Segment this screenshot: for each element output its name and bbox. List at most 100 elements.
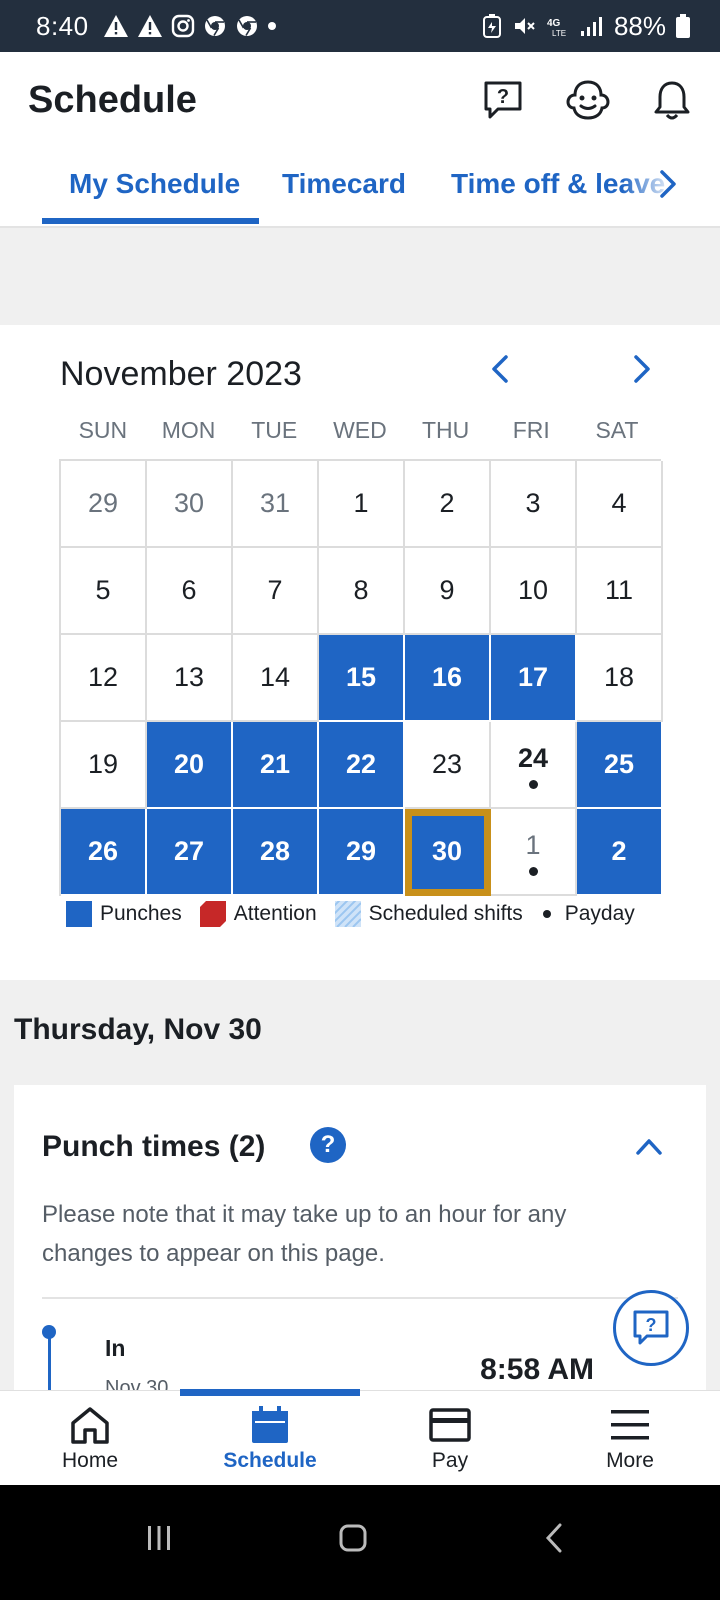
page-title: Schedule bbox=[28, 78, 197, 121]
calendar-day[interactable]: 2 bbox=[405, 461, 491, 548]
scheduled-shifts-swatch-icon bbox=[334, 901, 361, 927]
timeline-dot bbox=[42, 1325, 56, 1339]
calendar-day[interactable]: 31 bbox=[233, 461, 319, 548]
instagram-icon bbox=[171, 14, 194, 38]
calendar-day[interactable]: 24 bbox=[491, 722, 577, 809]
calendar-day-number: 19 bbox=[87, 749, 119, 779]
legend-attention-label: Attention bbox=[233, 902, 317, 925]
calendar-day[interactable]: 27 bbox=[147, 809, 233, 896]
calendar-day-number: 1 bbox=[353, 488, 369, 518]
calendar-day[interactable]: 7 bbox=[233, 548, 319, 635]
calendar-legend: Punches Attention Scheduled shifts Payda… bbox=[66, 901, 653, 927]
help-chat-icon[interactable]: ? bbox=[482, 79, 524, 121]
punch-times-help-icon[interactable]: ? bbox=[310, 1127, 346, 1163]
calendar-day[interactable]: 29 bbox=[319, 809, 405, 896]
calendar-day[interactable]: 18 bbox=[577, 635, 663, 722]
calendar-day[interactable]: 23 bbox=[405, 722, 491, 809]
calendar-day[interactable]: 21 bbox=[233, 722, 319, 809]
more-notifications-dot-icon bbox=[267, 22, 276, 30]
calendar-day[interactable]: 6 bbox=[147, 548, 233, 635]
calendar-day[interactable]: 10 bbox=[491, 548, 577, 635]
calendar-day[interactable]: 1 bbox=[319, 461, 405, 548]
calendar-day-number: 16 bbox=[431, 662, 463, 692]
legend-scheduled-shifts: Scheduled shifts bbox=[334, 901, 523, 927]
next-month-icon[interactable] bbox=[622, 347, 662, 391]
svg-text:LTE: LTE bbox=[552, 29, 566, 38]
calendar-day-number: 11 bbox=[604, 575, 634, 605]
selected-date-heading: Thursday, Nov 30 bbox=[14, 1013, 262, 1046]
calendar-card: November 2023 SUN MON TUE WED THU FRI SA… bbox=[0, 325, 720, 980]
weekday-label: FRI bbox=[512, 417, 550, 443]
calendar-day[interactable]: 8 bbox=[319, 548, 405, 635]
calendar-day[interactable]: 22 bbox=[319, 722, 405, 809]
calendar-month-label: November 2023 bbox=[60, 355, 302, 393]
home-button-icon[interactable] bbox=[338, 1523, 368, 1553]
battery-icon bbox=[676, 14, 690, 38]
schedule-tabs: My Schedule Timecard Time off & leave bbox=[0, 148, 720, 228]
calendar-day-number: 1 bbox=[525, 830, 541, 860]
nav-schedule[interactable]: Schedule bbox=[180, 1389, 360, 1486]
calendar-day[interactable]: 3 bbox=[491, 461, 577, 548]
calendar-day-number: 20 bbox=[173, 749, 205, 779]
active-tab-indicator bbox=[42, 218, 259, 224]
warning-icon bbox=[137, 15, 162, 37]
nav-more[interactable]: More bbox=[540, 1391, 720, 1486]
calendar-day[interactable]: 15 bbox=[319, 635, 405, 722]
svg-text:4G: 4G bbox=[547, 18, 561, 29]
punch-time: 8:58 AM bbox=[480, 1353, 594, 1386]
calendar-day-number: 24 bbox=[517, 743, 549, 773]
calendar-day[interactable]: 1 bbox=[491, 809, 577, 896]
calendar-day[interactable]: 4 bbox=[577, 461, 663, 548]
calendar-day-number: 15 bbox=[345, 662, 377, 692]
calendar-day-number: 21 bbox=[259, 749, 291, 779]
calendar-day[interactable]: 26 bbox=[61, 809, 147, 896]
bell-icon[interactable] bbox=[652, 79, 692, 121]
calendar-day[interactable]: 16 bbox=[405, 635, 491, 722]
nav-home[interactable]: Home bbox=[0, 1391, 180, 1486]
calendar-day[interactable]: 29 bbox=[61, 461, 147, 548]
calendar-day-number: 27 bbox=[173, 836, 205, 866]
calendar-day[interactable]: 9 bbox=[405, 548, 491, 635]
calendar-day[interactable]: 28 bbox=[233, 809, 319, 896]
calendar-day[interactable]: 14 bbox=[233, 635, 319, 722]
previous-month-icon[interactable] bbox=[480, 347, 520, 391]
nav-pay[interactable]: Pay bbox=[360, 1391, 540, 1486]
feedback-chat-button[interactable]: ? bbox=[613, 1290, 689, 1366]
weekday-label: MON bbox=[161, 417, 216, 443]
calendar-day[interactable]: 20 bbox=[147, 722, 233, 809]
weekday-label: SAT bbox=[595, 417, 639, 443]
legend-payday-label: Payday bbox=[564, 902, 635, 925]
calendar-day-number: 22 bbox=[345, 749, 377, 779]
tab-my-schedule[interactable]: My Schedule bbox=[69, 168, 240, 200]
punch-type: In bbox=[105, 1335, 126, 1361]
collapse-chevron-up-icon[interactable] bbox=[634, 1133, 664, 1159]
tabs-scroll-right-icon[interactable] bbox=[658, 168, 678, 200]
payday-dot-icon bbox=[528, 867, 538, 876]
calendar-day-number: 23 bbox=[431, 749, 463, 779]
calendar-day[interactable]: 13 bbox=[147, 635, 233, 722]
calendar-day[interactable]: 30 bbox=[147, 461, 233, 548]
calendar-day[interactable]: 17 bbox=[491, 635, 577, 722]
active-nav-indicator bbox=[180, 1389, 360, 1396]
calendar-day-number: 29 bbox=[345, 836, 377, 866]
header-actions: ? bbox=[482, 79, 692, 121]
calendar-day[interactable]: 12 bbox=[61, 635, 147, 722]
payday-dot-icon bbox=[528, 780, 538, 789]
calendar-day[interactable]: 19 bbox=[61, 722, 147, 809]
tab-timecard[interactable]: Timecard bbox=[282, 168, 406, 200]
recent-apps-icon[interactable] bbox=[144, 1523, 174, 1553]
bottom-navigation: Home Schedule Pay More bbox=[0, 1389, 720, 1486]
status-bar: 8:40 4G LTE 88% bbox=[0, 0, 720, 52]
assistant-bot-icon[interactable] bbox=[566, 79, 610, 121]
calendar-day-selected[interactable]: 30 bbox=[405, 809, 491, 896]
svg-text:?: ? bbox=[497, 86, 509, 108]
mute-icon bbox=[514, 18, 535, 34]
back-icon[interactable] bbox=[540, 1523, 570, 1553]
calendar-day[interactable]: 25 bbox=[577, 722, 663, 809]
weekday-label: SUN bbox=[78, 417, 128, 443]
calendar-day-number: 17 bbox=[517, 662, 549, 692]
nav-home-label: Home bbox=[61, 1449, 119, 1472]
calendar-day[interactable]: 5 bbox=[61, 548, 147, 635]
calendar-day[interactable]: 11 bbox=[577, 548, 663, 635]
calendar-day[interactable]: 2 bbox=[577, 809, 663, 896]
